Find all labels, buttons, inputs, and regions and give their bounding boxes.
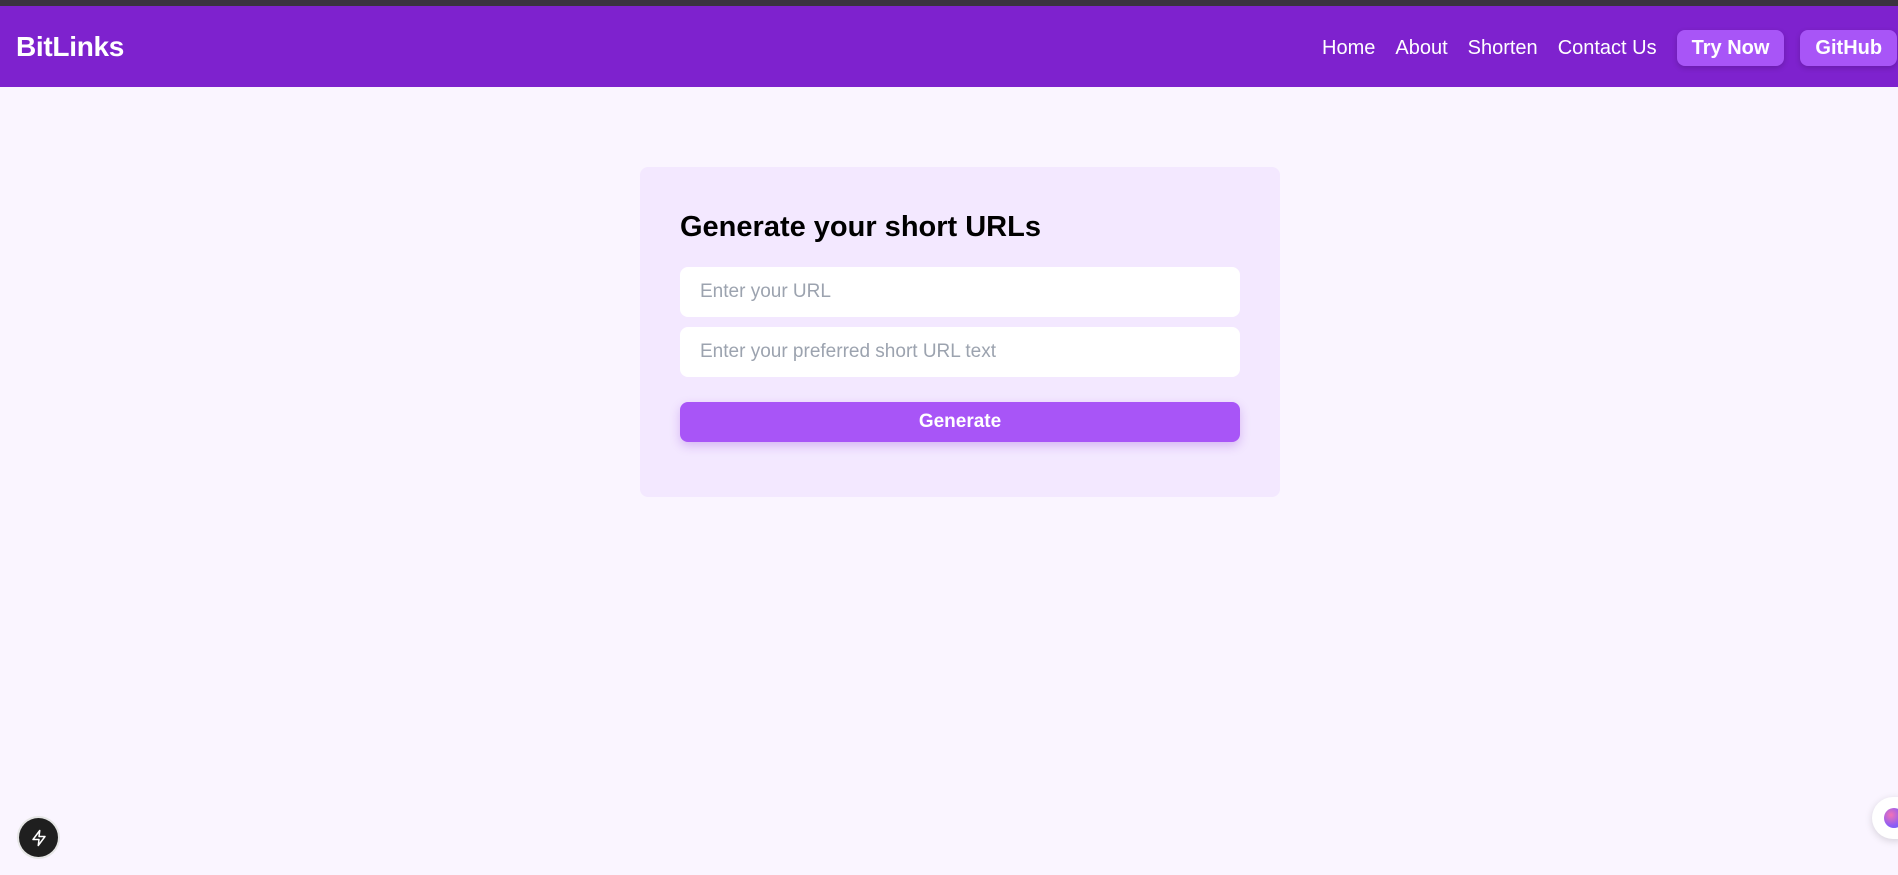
form-title: Generate your short URLs	[680, 211, 1041, 243]
nav-link-about[interactable]: About	[1395, 30, 1447, 66]
generate-button[interactable]: Generate	[680, 402, 1240, 442]
nav-link-shorten[interactable]: Shorten	[1468, 30, 1538, 66]
shorten-form-card: Generate your short URLs Generate	[640, 167, 1280, 497]
nav-link-home[interactable]: Home	[1322, 30, 1375, 66]
assistant-orb-icon	[1884, 808, 1898, 828]
brand-logo[interactable]: BitLinks	[16, 31, 124, 63]
try-now-button[interactable]: Try Now	[1676, 30, 1785, 66]
assistant-widget[interactable]	[1872, 797, 1898, 839]
short-url-text-input[interactable]	[680, 327, 1240, 377]
navbar: BitLinks Home About Shorten Contact Us T…	[0, 6, 1898, 87]
url-input[interactable]	[680, 267, 1240, 317]
lightning-bolt-icon	[31, 829, 46, 846]
nav-link-contact-us[interactable]: Contact Us	[1558, 30, 1657, 66]
nav-links: Home About Shorten Contact Us Try Now Gi…	[1322, 30, 1898, 66]
dev-tools-badge[interactable]	[19, 818, 58, 857]
github-button[interactable]: GitHub	[1800, 30, 1898, 66]
